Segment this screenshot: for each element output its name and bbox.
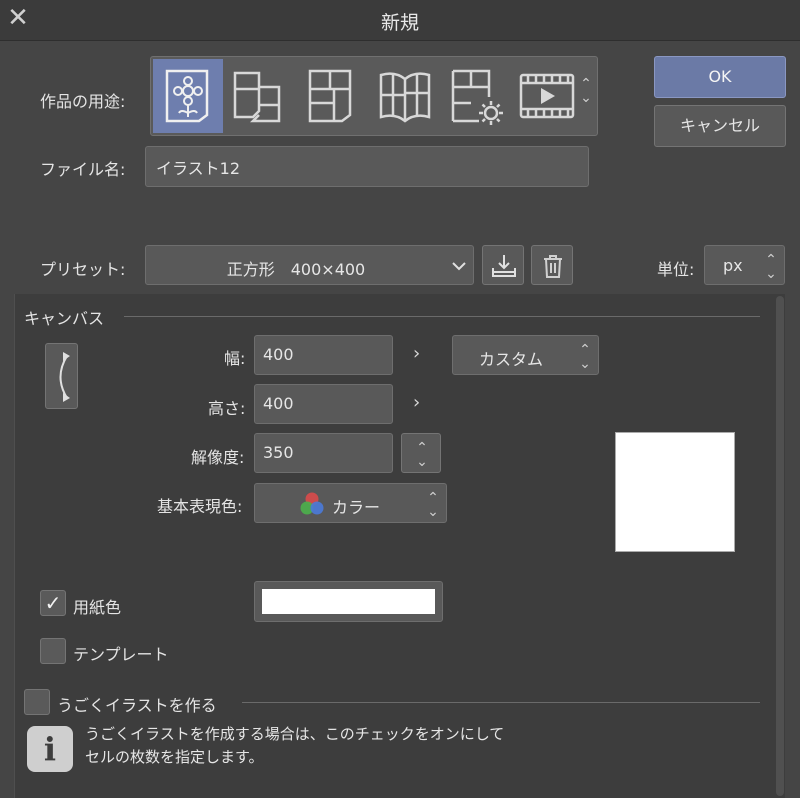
width-label: 幅: [224, 349, 246, 368]
file-name-label: ファイル名: [40, 160, 126, 179]
illustration-icon [165, 69, 209, 123]
unit-value: px [723, 256, 743, 275]
rotate-swap-icon [59, 352, 70, 402]
usage-scroll-arrows[interactable]: ⌃ ⌄ [577, 77, 595, 105]
paper-color-swatch [262, 589, 435, 614]
color-mode-label: 基本表現色: [157, 497, 243, 516]
swap-orientation-button[interactable] [45, 343, 78, 409]
unit-select[interactable]: px ⌃ ⌄ [704, 245, 785, 285]
animation-icon [519, 73, 575, 119]
canvas-preview [615, 432, 735, 552]
width-input[interactable]: 400 [254, 335, 393, 375]
delete-preset-button[interactable] [531, 245, 573, 285]
preset-select[interactable]: 正方形 400×400 [145, 245, 474, 285]
book-spread-icon [379, 72, 431, 123]
size-preset-select[interactable]: カスタム ⌃ ⌄ [452, 335, 599, 375]
usage-comic[interactable] [296, 59, 366, 133]
cancel-button[interactable]: キャンセル [654, 105, 786, 147]
panel-scrollbar[interactable] [776, 296, 784, 796]
animation-info-text: うごくイラストを作成する場合は、このチェックをオンにして セルの枚数を指定します… [85, 723, 504, 769]
resolution-input[interactable]: 350 [254, 433, 393, 473]
resolution-stepper[interactable]: ⌃ ⌄ [401, 433, 441, 473]
height-chevron-right-icon[interactable]: › [413, 392, 420, 413]
paper-color-label: 用紙色 [73, 598, 122, 617]
dialog-title: 新規 [380, 12, 419, 34]
canvas-section-divider [124, 316, 760, 317]
chevron-down-icon [452, 262, 466, 271]
animated-illustration-label: うごくイラストを作る [57, 696, 217, 715]
ok-button[interactable]: OK [654, 56, 786, 98]
usage-selector: ⌃ ⌄ [150, 56, 598, 136]
comic-page-icon [308, 69, 352, 123]
width-chevron-right-icon[interactable]: › [413, 343, 420, 364]
file-name-input[interactable]: イラスト12 [145, 146, 589, 187]
page-settings-icon [451, 69, 503, 125]
color-circles-icon [300, 492, 324, 515]
resolution-spinner-arrows: ⌃ ⌄ [416, 440, 428, 470]
template-checkbox[interactable] [40, 638, 66, 664]
download-icon [492, 255, 516, 277]
usage-label: 作品の用途: [40, 92, 126, 111]
animation-info-line-2: セルの枚数を指定します。 [85, 748, 264, 766]
color-mode-select[interactable]: カラー ⌃ ⌄ [254, 483, 447, 523]
size-preset-spinner-arrows[interactable]: ⌃ ⌄ [577, 343, 593, 371]
usage-page-settings[interactable] [441, 59, 511, 133]
size-preset-value: カスタム [479, 350, 544, 369]
unit-spinner-arrows[interactable]: ⌃ ⌄ [763, 253, 779, 281]
usage-illustration[interactable] [153, 59, 223, 133]
color-mode-spinner-arrows[interactable]: ⌃ ⌄ [425, 491, 441, 519]
info-icon: i [27, 726, 73, 772]
webtoon-icon [233, 71, 281, 123]
usage-book[interactable] [369, 59, 439, 133]
paper-color-checkbox[interactable]: ✓ [40, 590, 66, 616]
preset-value: 正方形 400×400 [226, 260, 366, 279]
paper-color-swatch-button[interactable] [254, 581, 443, 622]
animation-section-divider [242, 702, 760, 703]
resolution-label: 解像度: [191, 448, 245, 467]
trash-icon [544, 255, 562, 278]
preset-label: プリセット: [40, 260, 126, 279]
usage-webtoon[interactable] [223, 59, 293, 133]
template-label: テンプレート [73, 645, 169, 664]
animation-info-line-1: うごくイラストを作成する場合は、このチェックをオンにして [85, 725, 505, 743]
usage-animation[interactable] [511, 59, 581, 133]
animated-illustration-checkbox[interactable] [24, 689, 50, 715]
unit-label: 単位: [657, 260, 695, 279]
new-file-dialog: ✕ 新規 作品の用途: ⌃ ⌄ OK キャンセル ファイル名: イラスト12 プ… [0, 0, 800, 798]
height-input[interactable]: 400 [254, 384, 393, 424]
canvas-section-label: キャンバス [24, 309, 105, 328]
height-label: 高さ: [208, 399, 246, 418]
color-mode-value: カラー [332, 498, 381, 517]
save-preset-button[interactable] [482, 245, 524, 285]
